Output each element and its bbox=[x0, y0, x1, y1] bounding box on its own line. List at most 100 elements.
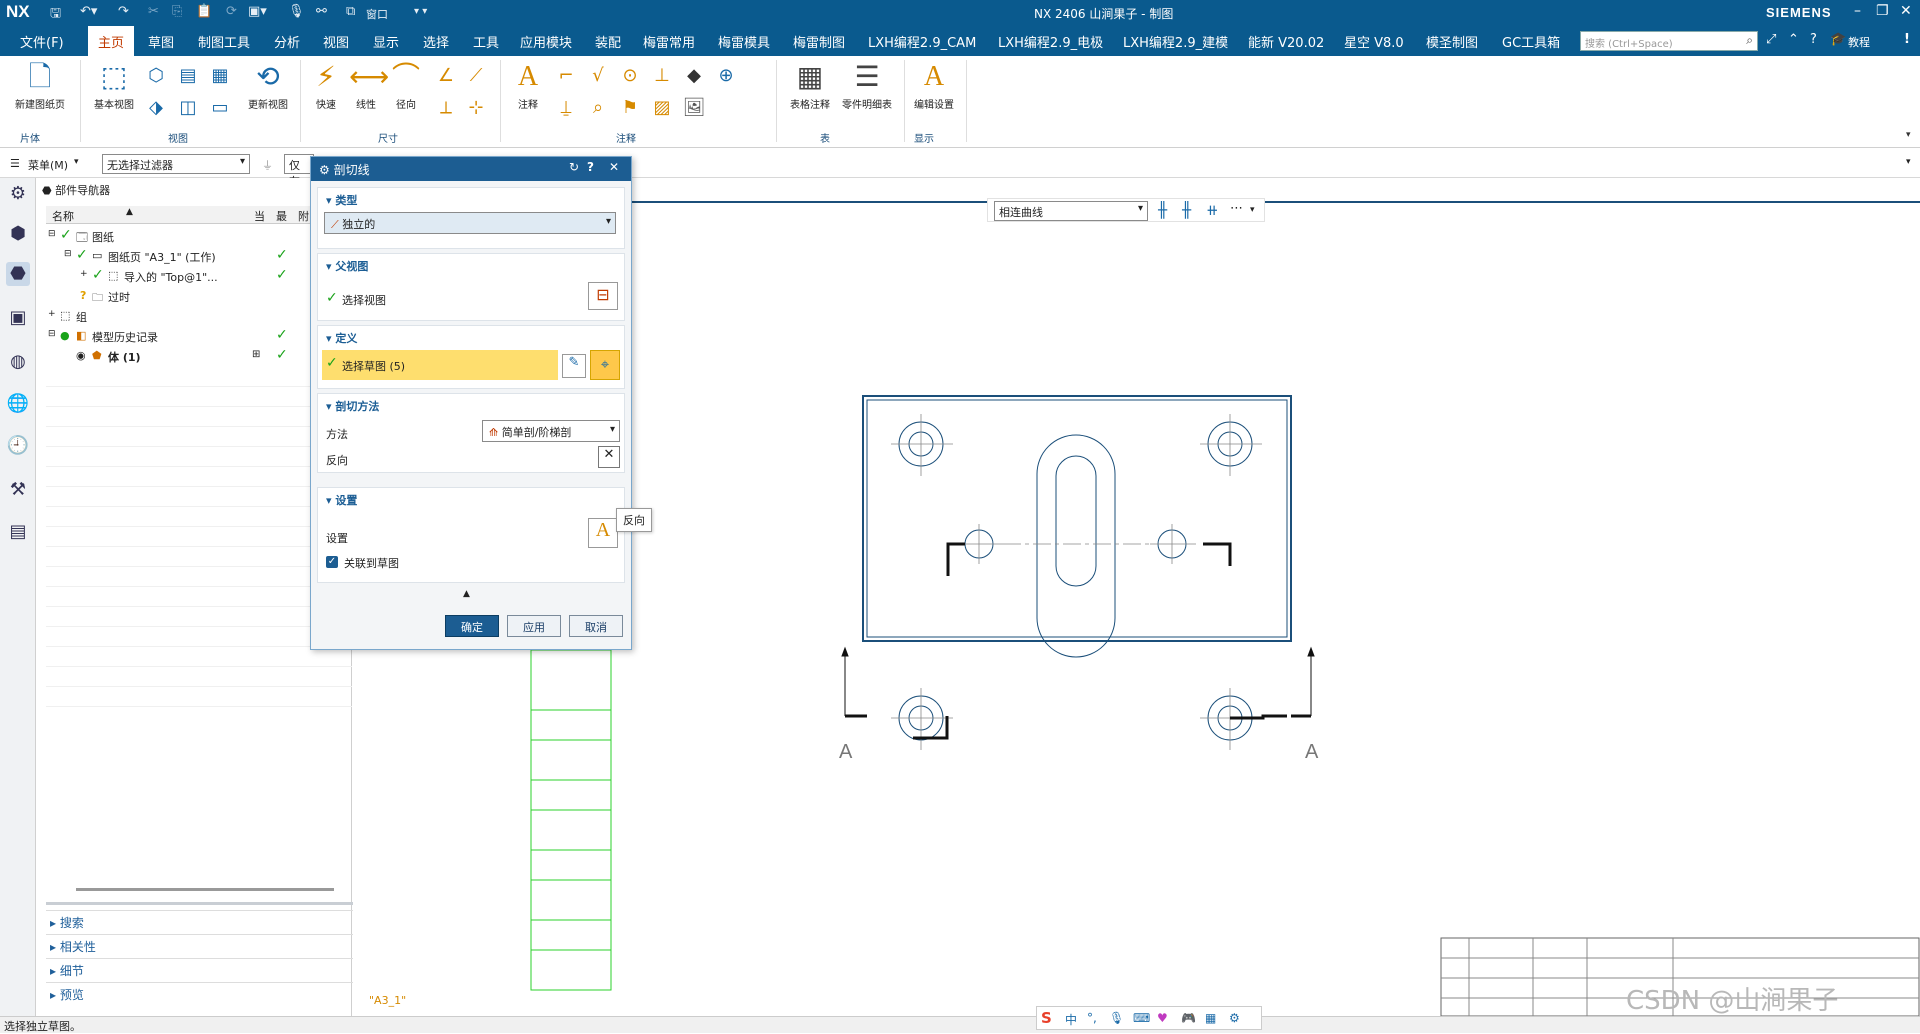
parts-list-button[interactable]: ☰ 零件明细表 bbox=[832, 60, 902, 111]
section-type-header[interactable]: ▾ 类型 bbox=[326, 192, 357, 208]
toolbar-options-chevron-icon[interactable]: ▾ bbox=[1906, 157, 1911, 167]
panel-dependencies[interactable]: ▸ 相关性 bbox=[46, 934, 386, 956]
tree-item-body[interactable]: ◉ ⬟ 体 (1) ⊞ ✓ bbox=[46, 346, 352, 366]
tree-item-outdated[interactable]: ? 🗀 过时 bbox=[46, 286, 352, 306]
id-symbol-icon[interactable]: ⍊ bbox=[554, 96, 578, 120]
ribbon-options-chevron-icon[interactable]: ▾ bbox=[1906, 130, 1911, 140]
copy-icon[interactable]: ⎘ bbox=[172, 4, 182, 19]
process-studio-icon[interactable]: ⚒ bbox=[6, 478, 30, 502]
section-definition-header[interactable]: ▾ 定义 bbox=[326, 330, 357, 346]
ok-button[interactable]: 确定 bbox=[445, 615, 499, 637]
constraint-navigator-icon[interactable]: ▣ bbox=[6, 306, 30, 330]
ime-settings-icon[interactable]: ⚙ bbox=[1229, 1011, 1240, 1025]
paste-icon[interactable]: 📋 bbox=[196, 4, 212, 19]
toolbar-chevron-icon[interactable]: ▾ bbox=[1250, 205, 1255, 215]
command-search-input[interactable]: 搜索 (Ctrl+Space) ⌕ bbox=[1580, 31, 1758, 51]
menu-lxh-modeling[interactable]: LXH编程2.9_建模 bbox=[1123, 32, 1228, 51]
skin-icon[interactable]: ♥ bbox=[1157, 1011, 1168, 1025]
history-clock-icon[interactable]: 🕘 bbox=[6, 434, 30, 458]
cancel-button[interactable]: 取消 bbox=[569, 615, 623, 637]
apply-button[interactable]: 应用 bbox=[507, 615, 561, 637]
collapse-icon[interactable]: ⊟ bbox=[48, 329, 56, 339]
panel-preview[interactable]: ▸ 预览 bbox=[46, 982, 386, 1004]
help-icon[interactable]: ? bbox=[587, 160, 594, 174]
minimize-icon[interactable]: – bbox=[1854, 3, 1861, 19]
break-view-icon[interactable]: ⬗ bbox=[144, 96, 168, 120]
menu-drafting-tools[interactable]: 制图工具 bbox=[198, 32, 250, 51]
close-icon[interactable]: ✕ bbox=[609, 160, 619, 174]
menu-gc-toolbox[interactable]: GC工具箱 bbox=[1502, 32, 1560, 51]
close-icon[interactable]: ✕ bbox=[1900, 3, 1912, 19]
datum-icon[interactable]: ⊙ bbox=[618, 64, 642, 88]
restore-icon[interactable]: ❐ bbox=[1876, 3, 1889, 19]
new-sheet-button[interactable]: 🗋 新建图纸页 bbox=[8, 60, 72, 111]
follow-fillet-icon[interactable]: ╫ bbox=[1182, 201, 1191, 219]
reverse-direction-button[interactable]: ✕ bbox=[598, 446, 620, 468]
expand-icon[interactable]: + bbox=[80, 269, 88, 279]
collapse-ribbon-icon[interactable]: ⌃ bbox=[1788, 32, 1799, 47]
window-style-icon[interactable]: ▣▾ bbox=[248, 4, 267, 19]
menu-list-icon[interactable]: ☰ bbox=[10, 157, 20, 170]
note-button[interactable]: A 注释 bbox=[498, 60, 558, 111]
help-icon[interactable]: ? bbox=[1810, 32, 1817, 47]
collapse-icon[interactable]: ⊟ bbox=[64, 249, 72, 259]
roles-icon[interactable]: ▤ bbox=[6, 520, 30, 544]
tree-item-imported-view[interactable]: + ✓ ⬚ 导入的 "Top@1"... ✓ bbox=[46, 266, 352, 286]
dialog-title-bar[interactable]: ⚙ 剖切线 ↻ ? ✕ bbox=[311, 157, 631, 181]
chain-within-icon[interactable]: ⧺ bbox=[1206, 201, 1219, 219]
section-settings-header[interactable]: ▾ 设置 bbox=[326, 492, 357, 508]
filter-funnel-icon[interactable]: ⏚ bbox=[262, 157, 273, 173]
section-parent-header[interactable]: ▾ 父视图 bbox=[326, 258, 368, 274]
tree-item-model-history[interactable]: ⊟ ● ◧ 模型历史记录 ✓ bbox=[46, 326, 352, 346]
target-point-icon[interactable]: ⚑ bbox=[618, 96, 642, 120]
game-icon[interactable]: 🎮 bbox=[1181, 1011, 1196, 1025]
menu-meilei-drafting[interactable]: 梅雷制图 bbox=[793, 32, 845, 51]
panel-splitter[interactable] bbox=[46, 902, 386, 905]
panel-details[interactable]: ▸ 细节 bbox=[46, 958, 386, 980]
angular-dimension-icon[interactable]: ∠ bbox=[434, 64, 458, 88]
tree-item-sheet[interactable]: ⊟ ✓ ▭ 图纸页 "A3_1" (工作) ✓ bbox=[46, 246, 352, 266]
select-view-button[interactable]: ⊟ bbox=[588, 282, 618, 310]
assembly-navigator-icon[interactable]: ⬢ bbox=[6, 222, 30, 246]
part-navigator-icon[interactable]: ⬣ bbox=[6, 262, 30, 286]
alert-icon[interactable]: ! bbox=[1904, 32, 1910, 47]
redo-icon[interactable]: ↷ bbox=[118, 4, 129, 19]
undo-icon[interactable]: ↶▾ bbox=[80, 4, 97, 19]
broken-out-icon[interactable]: ◫ bbox=[176, 96, 200, 120]
tree-item-drawing[interactable]: ⊟ ✓ 🗔 图纸 bbox=[46, 226, 352, 246]
visibility-eye-icon[interactable]: ◉ bbox=[76, 349, 86, 362]
column-attach[interactable]: 附 bbox=[298, 208, 309, 224]
menu-lxh-cam[interactable]: LXH编程2.9_CAM bbox=[868, 32, 976, 51]
hatch-icon[interactable]: ▨ bbox=[650, 96, 674, 120]
main-menu-chevron-icon[interactable]: ▾ bbox=[74, 157, 79, 167]
create-sketch-button[interactable]: ⌖ bbox=[590, 350, 620, 380]
reuse-library-icon[interactable]: ◍ bbox=[6, 350, 30, 374]
column-current[interactable]: 当 bbox=[254, 208, 265, 224]
radial-dimension-button[interactable]: ⌒ 径向 bbox=[376, 60, 436, 111]
menu-sketch[interactable]: 草图 bbox=[148, 32, 174, 51]
settings-gear-icon[interactable]: ⚙ bbox=[6, 182, 30, 206]
settings-style-button[interactable]: A bbox=[588, 518, 618, 548]
view-boundary-icon[interactable]: ▭ bbox=[208, 96, 232, 120]
microphone-icon[interactable]: 🎙 bbox=[288, 4, 305, 19]
repeat-icon[interactable]: ⟳ bbox=[226, 4, 237, 19]
save-icon[interactable]: 🖫 bbox=[50, 4, 61, 26]
chinese-mode-icon[interactable]: 中 bbox=[1065, 1011, 1077, 1028]
menu-analysis[interactable]: 分析 bbox=[274, 32, 300, 51]
column-name[interactable]: 名称 bbox=[52, 208, 74, 224]
menu-tools[interactable]: 工具 bbox=[473, 32, 499, 51]
sogou-logo-icon[interactable]: S bbox=[1041, 1009, 1052, 1027]
menu-select[interactable]: 选择 bbox=[423, 32, 449, 51]
expand-icon[interactable]: + bbox=[48, 309, 56, 319]
fill-icon[interactable]: ◆ bbox=[682, 64, 706, 88]
surface-finish-icon[interactable]: √ bbox=[586, 64, 610, 88]
selection-filter-dropdown[interactable]: 无选择过滤器 ▾ bbox=[102, 154, 250, 174]
weld-symbol-icon[interactable]: ⊥ bbox=[650, 64, 674, 88]
main-menu-button[interactable]: 菜单(M) bbox=[28, 157, 68, 173]
ordinate-dimension-icon[interactable]: ⊹ bbox=[464, 96, 488, 120]
menu-nengxin[interactable]: 能新 V20.02 bbox=[1248, 32, 1324, 51]
more-options-icon[interactable]: ⋯ bbox=[1230, 201, 1243, 216]
base-view-button[interactable]: ⬚ 基本视图 bbox=[82, 60, 146, 111]
balloon-icon[interactable]: ⌕ bbox=[586, 96, 610, 120]
tutorial-icon[interactable]: 🎓 bbox=[1830, 32, 1846, 47]
